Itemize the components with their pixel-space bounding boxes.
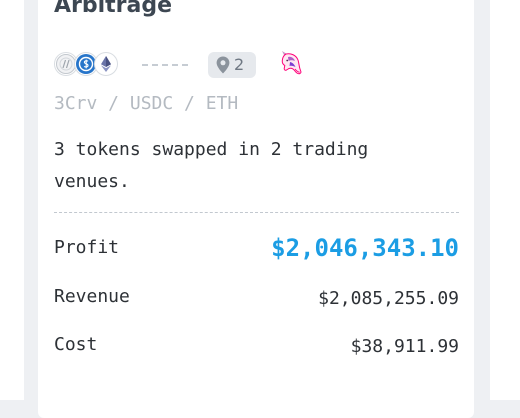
cost-label: Cost: [54, 334, 98, 355]
eth-token-icon: [94, 52, 118, 76]
venue-count-badge[interactable]: 2: [208, 52, 256, 78]
cost-value: $38,911.99: [350, 336, 459, 357]
card-title: Arbitrage: [54, 0, 173, 18]
profit-label: Profit: [54, 237, 120, 258]
token-icon-group[interactable]: [54, 52, 120, 78]
map-pin-icon: [216, 56, 230, 78]
uniswap-unicorn-icon[interactable]: [278, 50, 304, 82]
revenue-value: $2,085,255.09: [318, 288, 459, 309]
arbitrage-card: Arbitrage 2 3Crv / USDC / ETH 3 tokens s…: [38, 0, 474, 418]
route-connector: [142, 64, 188, 66]
venue-count: 2: [234, 55, 245, 74]
revenue-label: Revenue: [54, 286, 130, 307]
swap-route-row: 2: [54, 50, 454, 80]
token-path-text: 3Crv / USDC / ETH: [54, 93, 239, 114]
profit-value: $2,046,343.10: [271, 234, 459, 262]
metrics-divider: [54, 212, 459, 213]
swap-description: 3 tokens swapped in 2 trading venues.: [54, 139, 369, 192]
right-panel: [490, 0, 520, 400]
left-panel: [0, 0, 24, 400]
